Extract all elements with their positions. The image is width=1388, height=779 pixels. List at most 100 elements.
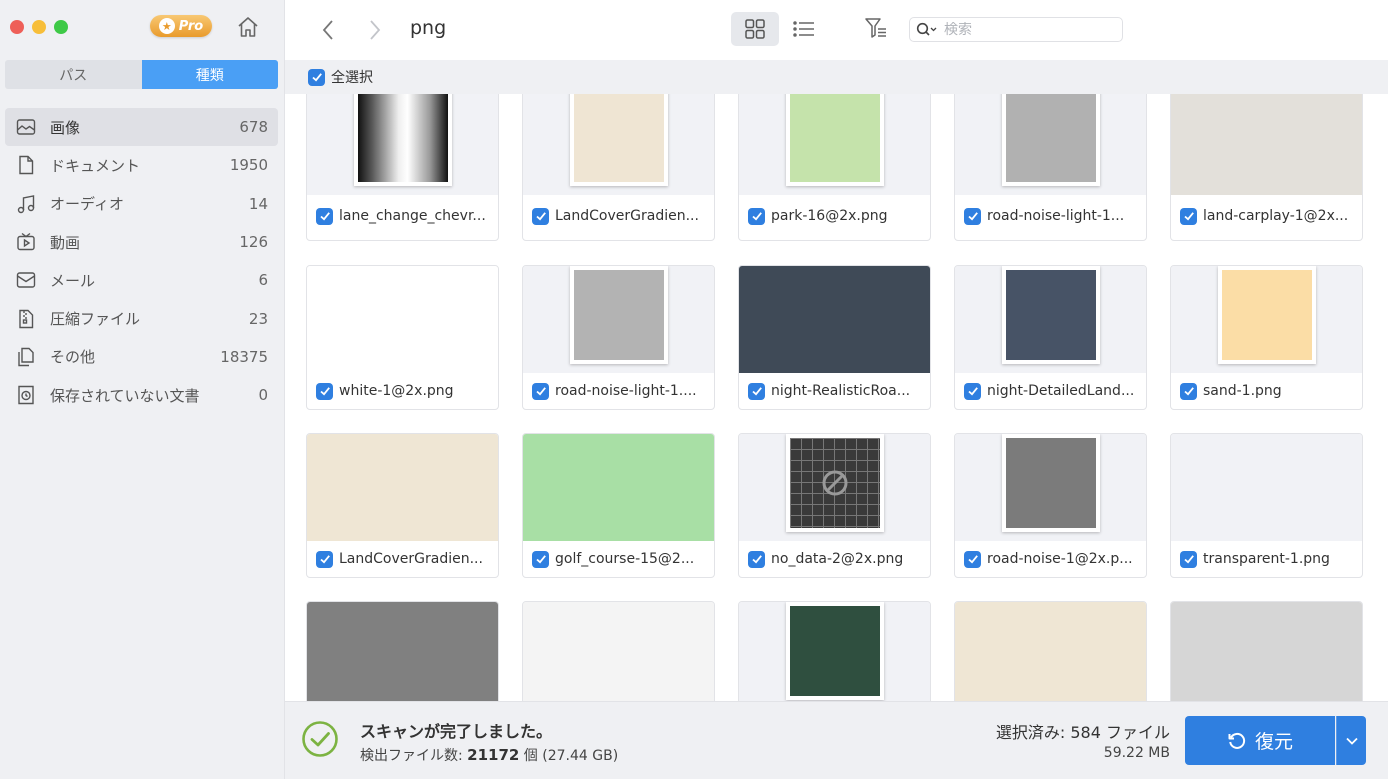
file-thumbnail (523, 266, 714, 373)
file-name: lane_change_chevr... (339, 208, 486, 224)
sidebar-item-category[interactable]: 圧縮ファイル 23 (5, 299, 278, 337)
file-card[interactable] (306, 601, 499, 701)
pro-badge[interactable]: ★ Pro (150, 15, 212, 37)
file-card[interactable]: sand-1.png (1170, 265, 1363, 410)
file-thumbnail (739, 602, 930, 701)
file-checkbox[interactable] (964, 382, 981, 400)
file-checkbox[interactable] (316, 382, 333, 400)
other-files-icon (15, 346, 37, 368)
file-card[interactable]: land-carplay-1@2x... (1170, 94, 1363, 241)
chevron-down-icon (1345, 737, 1358, 745)
sidebar-item-category[interactable]: 保存されていない文書 0 (5, 376, 278, 414)
view-mode-segmented-control: パス 種類 (5, 60, 278, 89)
file-name: road-noise-light-1... (987, 208, 1125, 224)
zoom-window-button[interactable] (54, 20, 68, 34)
file-checkbox[interactable] (1180, 382, 1197, 400)
file-caption: sand-1.png (1171, 373, 1362, 409)
file-card[interactable]: LandCoverGradien... (522, 94, 715, 241)
file-card[interactable]: lane_change_chevr... (306, 94, 499, 241)
file-card[interactable]: park-16@2x.png (738, 94, 931, 241)
file-card[interactable] (522, 601, 715, 701)
category-count: 14 (248, 194, 268, 213)
forward-button[interactable] (364, 17, 386, 43)
file-thumbnail (307, 602, 498, 701)
file-card[interactable] (954, 601, 1147, 701)
recover-button[interactable]: 復元 (1185, 716, 1335, 765)
chevron-left-icon (322, 20, 333, 40)
file-checkbox[interactable] (532, 207, 549, 225)
toolbar: png (285, 0, 1388, 60)
file-checkbox[interactable] (964, 207, 981, 225)
file-name: golf_course-15@2... (555, 551, 695, 567)
file-checkbox[interactable] (748, 550, 765, 568)
restore-icon (1228, 732, 1246, 749)
file-thumbnail (955, 602, 1146, 701)
grid-view-button[interactable] (731, 12, 779, 46)
list-view-button[interactable] (787, 12, 821, 46)
close-window-button[interactable] (10, 20, 24, 34)
file-thumbnail (739, 434, 930, 541)
file-card[interactable]: transparent-1.png (1170, 433, 1363, 578)
file-checkbox[interactable] (964, 550, 981, 568)
tab-type[interactable]: 種類 (141, 60, 278, 89)
file-caption: transparent-1.png (1171, 541, 1362, 577)
file-checkbox[interactable] (316, 207, 333, 225)
scan-complete-title: スキャンが完了しました。 (360, 722, 553, 741)
sidebar-item-category[interactable]: オーディオ 14 (5, 185, 278, 223)
file-checkbox[interactable] (532, 550, 549, 568)
sidebar-item-category[interactable]: 動画 126 (5, 223, 278, 261)
file-grid: lane_change_chevr... LandCoverGradien... p… (285, 94, 1388, 701)
file-checkbox[interactable] (748, 382, 765, 400)
file-card[interactable]: LandCoverGradien... (306, 433, 499, 578)
file-card[interactable]: road-noise-light-1... (954, 94, 1147, 241)
file-caption: night-RealisticRoa... (739, 373, 930, 409)
sidebar-item-category[interactable]: ドキュメント 1950 (5, 146, 278, 184)
file-name: no_data-2@2x.png (771, 551, 904, 567)
file-checkbox[interactable] (532, 382, 549, 400)
file-checkbox[interactable] (748, 207, 765, 225)
file-checkbox[interactable] (316, 550, 333, 568)
search-field[interactable] (909, 17, 1123, 42)
check-circle-icon (302, 721, 338, 757)
recover-options-dropdown[interactable] (1336, 716, 1366, 765)
tab-path[interactable]: パス (5, 60, 142, 89)
recover-label: 復元 (1254, 731, 1293, 753)
sidebar-item-category[interactable]: 画像 678 (5, 108, 278, 147)
file-card[interactable]: night-RealisticRoa... (738, 265, 931, 410)
checkmark-icon (751, 387, 762, 396)
file-card[interactable]: road-noise-light-1.... (522, 265, 715, 410)
file-card[interactable] (738, 601, 931, 701)
file-card[interactable]: no_data-2@2x.png (738, 433, 931, 578)
checkmark-icon (967, 555, 978, 564)
back-button[interactable] (317, 17, 339, 43)
checkmark-icon (967, 387, 978, 396)
select-all-checkbox[interactable] (308, 68, 325, 86)
file-card[interactable] (1170, 601, 1363, 701)
list-icon (793, 21, 814, 37)
category-label: 保存されていない文書 (50, 386, 200, 405)
sidebar-item-category[interactable]: メール 6 (5, 261, 278, 299)
sidebar-item-category[interactable]: その他 18375 (5, 338, 278, 376)
checkmark-icon (967, 212, 978, 221)
file-thumbnail (523, 434, 714, 541)
file-checkbox[interactable] (1180, 207, 1197, 225)
category-count: 18375 (220, 347, 268, 366)
select-all-bar: 全選択 (285, 60, 1388, 94)
file-caption: night-DetailedLand... (955, 373, 1146, 409)
unsaved-doc-icon (15, 384, 37, 406)
file-checkbox[interactable] (1180, 550, 1197, 568)
file-name: land-carplay-1@2x... (1203, 208, 1349, 224)
file-card[interactable]: golf_course-15@2... (522, 433, 715, 578)
file-thumbnail (1171, 602, 1362, 701)
search-input[interactable] (944, 21, 1114, 38)
file-card[interactable]: road-noise-1@2x.p... (954, 433, 1147, 578)
filter-button[interactable] (863, 14, 889, 42)
minimize-window-button[interactable] (32, 20, 46, 34)
file-thumbnail (307, 434, 498, 541)
file-card[interactable]: white-1@2x.png (306, 265, 499, 410)
file-name: white-1@2x.png (339, 383, 454, 399)
home-button[interactable] (234, 13, 262, 41)
file-card[interactable]: night-DetailedLand... (954, 265, 1147, 410)
category-label: 動画 (50, 233, 81, 252)
home-icon (238, 17, 258, 37)
